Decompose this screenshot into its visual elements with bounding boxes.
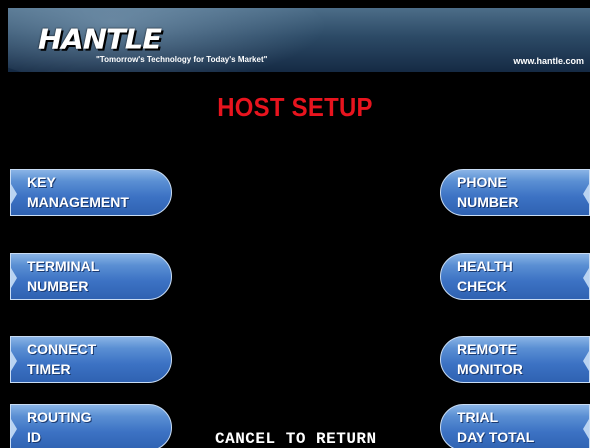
right-notch (583, 351, 589, 371)
routing-id-button[interactable]: ROUTING ID (10, 404, 172, 448)
page-title: HOST SETUP (217, 92, 373, 122)
button-label-line1: TERMINAL (27, 258, 100, 274)
button-label-line2: CHECK (457, 278, 507, 294)
button-label-line2: NUMBER (457, 194, 519, 210)
cancel-instruction: CANCEL TO RETURN (215, 430, 377, 448)
website-url: www.hantle.com (513, 56, 584, 66)
phone-number-button[interactable]: PHONE NUMBER (440, 169, 590, 216)
trial-day-total-button[interactable]: TRIAL DAY TOTAL (440, 404, 590, 448)
atm-screen: HANTLE "Tomorrow's Technology for Today'… (0, 0, 590, 448)
right-notch (583, 419, 589, 439)
button-label-line1: ROUTING (27, 409, 92, 425)
left-notch (11, 268, 17, 288)
right-notch (583, 184, 589, 204)
button-label-line2: MONITOR (457, 361, 523, 377)
button-label-line1: KEY (27, 174, 56, 190)
button-label-line1: PHONE (457, 174, 507, 190)
button-label-line2: MANAGEMENT (27, 194, 129, 210)
button-label-line1: TRIAL (457, 409, 499, 425)
key-management-button[interactable]: KEY MANAGEMENT (10, 169, 172, 216)
terminal-number-button[interactable]: TERMINAL NUMBER (10, 253, 172, 300)
hantle-logo: HANTLE (38, 22, 162, 56)
button-label-line1: CONNECT (27, 341, 97, 357)
button-label-line1: HEALTH (457, 258, 513, 274)
button-label-line2: NUMBER (27, 278, 89, 294)
button-label-line2: DAY TOTAL (457, 429, 535, 445)
health-check-button[interactable]: HEALTH CHECK (440, 253, 590, 300)
connect-timer-button[interactable]: CONNECT TIMER (10, 336, 172, 383)
logo-text: HANTLE (38, 22, 162, 56)
tagline: "Tomorrow's Technology for Today's Marke… (96, 55, 268, 64)
left-notch (11, 419, 17, 439)
button-label-line1: REMOTE (457, 341, 517, 357)
button-label-line2: TIMER (27, 361, 71, 377)
header-banner: HANTLE "Tomorrow's Technology for Today'… (8, 8, 590, 72)
right-notch (583, 268, 589, 288)
left-notch (11, 184, 17, 204)
remote-monitor-button[interactable]: REMOTE MONITOR (440, 336, 590, 383)
button-label-line2: ID (27, 429, 41, 445)
left-notch (11, 351, 17, 371)
